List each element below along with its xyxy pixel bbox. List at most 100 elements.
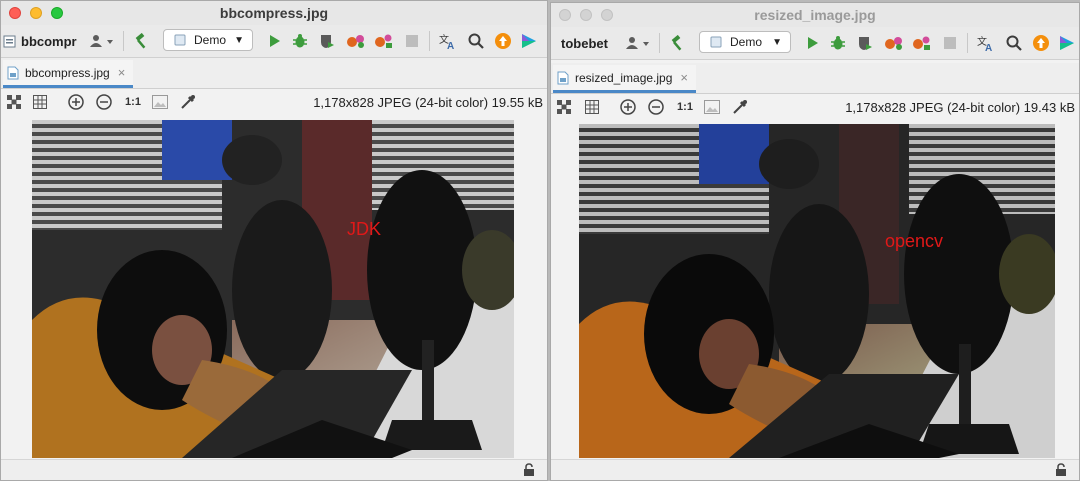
fit-zoom-icon xyxy=(704,100,720,114)
toolbar-separator xyxy=(429,31,430,51)
java-file-icon xyxy=(710,36,722,48)
run-configuration-select[interactable]: Demo ▼ xyxy=(699,31,791,53)
tab-label: resized_image.jpg xyxy=(575,70,673,85)
zoom-in-button[interactable] xyxy=(619,98,637,116)
office-photo xyxy=(579,124,1055,458)
eyedropper-icon xyxy=(181,95,195,109)
vcs-menu-button[interactable] xyxy=(87,31,117,51)
coverage-button[interactable] xyxy=(855,33,875,53)
close-icon[interactable]: × xyxy=(680,70,688,85)
close-icon[interactable]: × xyxy=(118,65,126,80)
chevron-down-icon: ▼ xyxy=(772,36,782,48)
main-toolbar: bbcompr Demo ▼ 文 A xyxy=(1,25,547,58)
project-selector[interactable]: tobebet xyxy=(561,33,608,53)
shield-icon xyxy=(321,35,334,48)
actual-size-button[interactable]: 1:1 xyxy=(123,93,143,111)
zoom-out-button[interactable] xyxy=(647,98,665,116)
search-button[interactable] xyxy=(467,31,485,51)
run-configuration-label: Demo xyxy=(730,35,763,49)
profile-button[interactable] xyxy=(345,31,367,51)
toggle-grid-button[interactable] xyxy=(31,93,49,111)
run-configuration-label: Demo xyxy=(194,33,227,47)
editor-tab-bar: bbcompress.jpg × xyxy=(1,58,547,89)
image-info: 1,178x828 JPEG (24-bit color) 19.43 kB xyxy=(845,100,1075,115)
fit-zoom-button[interactable] xyxy=(703,98,721,116)
profiler-icon xyxy=(885,37,902,50)
run-button[interactable] xyxy=(803,33,821,53)
zoom-in-button[interactable] xyxy=(67,93,85,111)
lock-icon[interactable] xyxy=(523,463,535,476)
profiler-icon xyxy=(347,35,364,48)
profile-button[interactable] xyxy=(883,33,905,53)
hammer-icon xyxy=(135,33,146,49)
run-configuration-select[interactable]: Demo ▼ xyxy=(163,29,253,51)
toggle-chessboard-button[interactable] xyxy=(555,98,573,116)
folder-icon xyxy=(3,35,16,48)
translate-button[interactable]: 文A xyxy=(975,33,997,53)
build-button[interactable] xyxy=(131,31,151,51)
zoom-in-icon xyxy=(620,99,636,115)
update-button[interactable] xyxy=(1031,33,1051,53)
toggle-grid-button[interactable] xyxy=(583,98,601,116)
update-icon xyxy=(1033,35,1049,51)
window-title: bbcompress.jpg xyxy=(219,5,329,21)
status-bar xyxy=(1,459,547,480)
color-picker-button[interactable] xyxy=(179,93,197,111)
image-preview: opencv xyxy=(579,124,1055,458)
tab-resized-image[interactable]: resized_image.jpg × xyxy=(553,65,696,93)
search-icon xyxy=(1006,35,1022,51)
translate-button[interactable]: 文A xyxy=(437,31,459,51)
attach-debugger-button[interactable] xyxy=(373,31,395,51)
search-button[interactable] xyxy=(1005,33,1023,53)
image-editor-toolbar: 1:1 1,178x828 JPEG (24-bit color) 19.43 … xyxy=(551,94,1079,122)
chessboard-icon xyxy=(557,100,571,114)
translate-icon: 文A xyxy=(977,35,992,52)
svg-text:A: A xyxy=(985,43,992,52)
grid-icon xyxy=(585,100,599,114)
run-button[interactable] xyxy=(265,31,283,51)
project-selector[interactable]: bbcompr xyxy=(3,31,77,51)
status-bar xyxy=(551,459,1079,480)
fit-zoom-button[interactable] xyxy=(151,93,169,111)
lock-icon[interactable] xyxy=(1055,463,1067,476)
toolbar-separator xyxy=(123,31,124,51)
main-toolbar: tobebet Demo ▼ 文 A xyxy=(551,27,1079,60)
image-file-icon xyxy=(557,71,569,84)
chessboard-icon xyxy=(7,95,21,109)
update-button[interactable] xyxy=(493,31,513,51)
stop-icon xyxy=(406,35,418,47)
editor-tab-bar: resized_image.jpg × xyxy=(551,63,1079,94)
stop-button[interactable] xyxy=(941,33,959,53)
eyedropper-icon xyxy=(733,100,747,114)
build-button[interactable] xyxy=(667,33,687,53)
left-image-window: bbcompress.jpg bbcompr Demo ▼ 文 A bbcomp… xyxy=(0,0,548,481)
right-image-window: resized_image.jpg tobebet Demo ▼ 文 A res… xyxy=(550,2,1080,481)
toolbar-separator xyxy=(659,33,660,53)
zoom-out-button[interactable] xyxy=(95,93,113,111)
toggle-chessboard-button[interactable] xyxy=(5,93,23,111)
overlay-label: JDK xyxy=(347,219,382,239)
toolbar-separator xyxy=(967,33,968,53)
stop-icon xyxy=(944,37,956,49)
attach-icon xyxy=(913,36,930,50)
actual-size-button[interactable]: 1:1 xyxy=(675,98,695,116)
translate-icon: 文A xyxy=(439,33,454,50)
image-editor-toolbar: 1:1 1,178x828 JPEG (24-bit color) 19.55 … xyxy=(1,89,547,117)
update-icon xyxy=(495,33,511,49)
attach-debugger-button[interactable] xyxy=(911,33,933,53)
stop-button[interactable] xyxy=(403,31,421,51)
toolbox-button[interactable] xyxy=(1057,33,1077,53)
debug-button[interactable] xyxy=(291,31,309,51)
coverage-button[interactable] xyxy=(317,31,337,51)
run-icon xyxy=(270,35,280,47)
svg-text:A: A xyxy=(447,41,454,50)
toolbox-icon xyxy=(1060,36,1074,50)
toolbox-button[interactable] xyxy=(519,31,539,51)
vcs-menu-button[interactable] xyxy=(623,33,653,53)
office-photo xyxy=(32,120,514,458)
bug-icon xyxy=(293,34,307,48)
color-picker-button[interactable] xyxy=(731,98,749,116)
shield-icon xyxy=(859,37,872,50)
tab-bbcompress[interactable]: bbcompress.jpg × xyxy=(3,60,134,88)
debug-button[interactable] xyxy=(829,33,847,53)
